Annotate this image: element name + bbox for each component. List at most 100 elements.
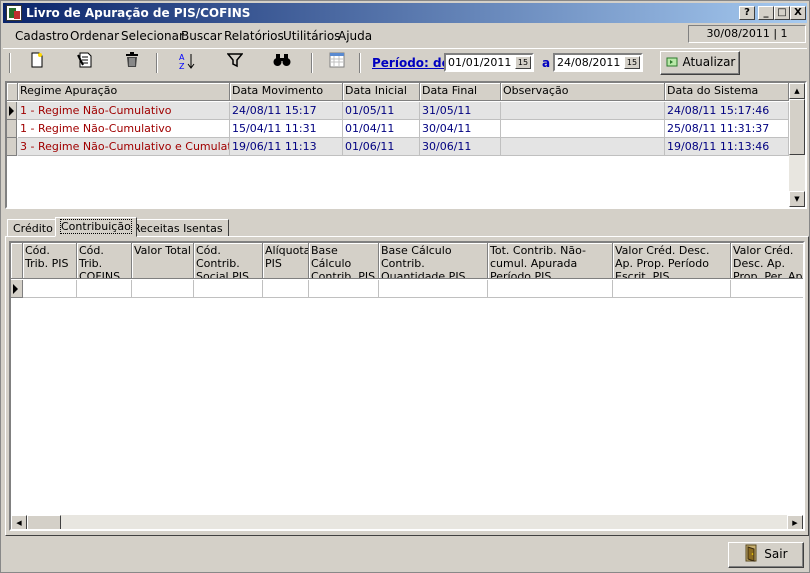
svg-text:Z: Z (179, 62, 185, 70)
cell-data-final[interactable]: 30/04/11 (420, 120, 501, 138)
cell-empty[interactable] (731, 280, 803, 298)
menu-utilitarios[interactable]: Utilitários (283, 29, 340, 43)
maximize-button[interactable]: □ (774, 6, 790, 20)
main-grid-vscroll[interactable]: ▲ ▼ (789, 83, 805, 207)
col-aliquota-pis[interactable]: Alíquota PIS (263, 243, 309, 279)
cell-empty[interactable] (263, 280, 309, 298)
tab-contribuicao-label: Contribuição (60, 219, 132, 234)
cell-observacao[interactable] (501, 138, 665, 156)
scroll-thumb[interactable] (27, 515, 61, 529)
cell-data-movimento[interactable]: 19/06/11 11:13 (230, 138, 343, 156)
col-data-sistema[interactable]: Data do Sistema (665, 83, 789, 101)
cell-empty[interactable] (379, 280, 488, 298)
menu-ordenar-label: Ordenar (70, 29, 120, 43)
col-valor-cred-desc-escrit[interactable]: Valor Créd. Desc. Ap. Prop. Período Escr… (613, 243, 731, 279)
tab-credito-label: Crédito (13, 222, 53, 235)
table-row[interactable] (11, 280, 803, 298)
cell-data-movimento[interactable]: 15/04/11 11:31 (230, 120, 343, 138)
table-row[interactable]: 1 - Regime Não-Cumulativo 24/08/11 15:17… (7, 102, 789, 120)
col-data-movimento[interactable]: Data Movimento (230, 83, 343, 101)
cell-regime[interactable]: 1 - Regime Não-Cumulativo (18, 120, 230, 138)
tab-receitas-isentas[interactable]: Receitas Isentas (127, 219, 229, 237)
detail-grid-hscroll[interactable]: ◀ ▶ (11, 515, 803, 529)
toolbar-separator (359, 53, 361, 73)
date-from-input[interactable]: 01/01/2011 15 (444, 53, 534, 72)
col-data-final[interactable]: Data Final (420, 83, 501, 101)
cell-data-final[interactable]: 31/05/11 (420, 102, 501, 120)
filter-icon[interactable] (221, 52, 249, 74)
current-row-arrow-icon (13, 284, 18, 294)
cell-data-sistema[interactable]: 24/08/11 15:17:46 (665, 102, 789, 120)
cell-observacao[interactable] (501, 120, 665, 138)
cell-data-sistema[interactable]: 25/08/11 11:31:37 (665, 120, 789, 138)
sort-icon[interactable]: AZ (174, 52, 202, 74)
atualizar-button[interactable]: Atualizar (660, 51, 740, 75)
col-tot-contrib-nao-cumul[interactable]: Tot. Contrib. Não-cumul. Apurada Período… (488, 243, 613, 279)
scroll-down-button[interactable]: ▼ (789, 191, 805, 207)
cell-data-sistema[interactable]: 19/08/11 11:13:46 (665, 138, 789, 156)
minimize-button[interactable]: _ (758, 6, 774, 20)
cell-empty[interactable] (613, 280, 731, 298)
col-observacao[interactable]: Observação (501, 83, 665, 101)
sair-button[interactable]: Sair (728, 542, 804, 568)
tab-credito[interactable]: Crédito (7, 219, 59, 237)
app-icon (6, 5, 22, 21)
detail-grid[interactable]: Cód. Trib. PIS Cód. Trib. COFINS Valor T… (9, 241, 805, 531)
status-date: 30/08/2011 | 1 (688, 25, 806, 43)
menu-selecionar[interactable]: Selecionar (121, 29, 184, 43)
date-to-value: 24/08/2011 (557, 56, 621, 69)
col-cod-trib-pis[interactable]: Cód. Trib. PIS (23, 243, 77, 279)
menu-ajuda[interactable]: Ajuda (338, 29, 372, 43)
close-button[interactable]: X (790, 6, 806, 20)
date-from-calendar-button[interactable]: 15 (515, 56, 531, 69)
menu-relatorios[interactable]: Relatórios (224, 29, 284, 43)
col-regime-apuracao[interactable]: Regime Apuração (18, 83, 230, 101)
new-icon[interactable] (23, 52, 51, 74)
cell-data-inicial[interactable]: 01/05/11 (343, 102, 420, 120)
cell-data-movimento[interactable]: 24/08/11 15:17 (230, 102, 343, 120)
cell-empty[interactable] (488, 280, 613, 298)
col-cod-trib-cofins[interactable]: Cód. Trib. COFINS (77, 243, 132, 279)
calendar-window-icon[interactable] (323, 52, 351, 74)
table-row[interactable]: 3 - Regime Não-Cumulativo e Cumulativo 1… (7, 138, 789, 156)
col-valor-cred-desc-per-ap[interactable]: Valor Créd. Desc. Ap. Prop. Per. Ap (731, 243, 803, 279)
main-grid[interactable]: Regime Apuração Data Movimento Data Inic… (5, 81, 807, 209)
col-cod-contrib-social-pis[interactable]: Cód. Contrib. Social PIS (194, 243, 263, 279)
col-base-calculo-quantidade-pis[interactable]: Base Cálculo Contrib. Quantidade PIS (379, 243, 488, 279)
cell-empty[interactable] (23, 280, 77, 298)
title-bar[interactable]: Livro de Apuração de PIS/COFINS ? _ □ X (3, 3, 807, 23)
periodo-label: Período: de (372, 56, 450, 70)
menu-cadastro-label: Cadastro (15, 29, 69, 43)
cell-empty[interactable] (132, 280, 194, 298)
cell-regime[interactable]: 1 - Regime Não-Cumulativo (18, 102, 230, 120)
help-button[interactable]: ? (739, 6, 755, 20)
binoculars-icon[interactable] (268, 52, 296, 74)
tab-contribuicao[interactable]: Contribuição (55, 217, 137, 237)
menu-ordenar[interactable]: Ordenar (70, 29, 119, 43)
edit-icon[interactable] (71, 52, 99, 74)
scroll-thumb[interactable] (789, 99, 805, 155)
table-row[interactable]: 1 - Regime Não-Cumulativo 15/04/11 11:31… (7, 120, 789, 138)
col-data-inicial[interactable]: Data Inicial (343, 83, 420, 101)
cell-data-final[interactable]: 30/06/11 (420, 138, 501, 156)
cell-data-inicial[interactable]: 01/06/11 (343, 138, 420, 156)
cell-empty[interactable] (77, 280, 132, 298)
cell-observacao[interactable] (501, 102, 665, 120)
scroll-right-button[interactable]: ▶ (787, 515, 803, 529)
col-base-calculo-pis[interactable]: Base Cálculo Contrib. PIS (309, 243, 379, 279)
menu-cadastro[interactable]: Cadastro (15, 29, 69, 43)
col-valor-total[interactable]: Valor Total (132, 243, 194, 279)
date-to-calendar-button[interactable]: 15 (624, 56, 640, 69)
date-to-input[interactable]: 24/08/2011 15 (553, 53, 643, 72)
scroll-up-button[interactable]: ▲ (789, 83, 805, 99)
cell-regime[interactable]: 3 - Regime Não-Cumulativo e Cumulativo (18, 138, 230, 156)
cell-data-inicial[interactable]: 01/04/11 (343, 120, 420, 138)
menu-relatorios-label: Relatórios (224, 29, 284, 43)
trash-icon[interactable] (118, 52, 146, 74)
scroll-left-button[interactable]: ◀ (11, 515, 27, 529)
cell-empty[interactable] (309, 280, 379, 298)
menu-buscar[interactable]: Buscar (181, 29, 222, 43)
cell-empty[interactable] (194, 280, 263, 298)
exit-door-icon (745, 544, 757, 562)
row-indicator (7, 102, 17, 120)
